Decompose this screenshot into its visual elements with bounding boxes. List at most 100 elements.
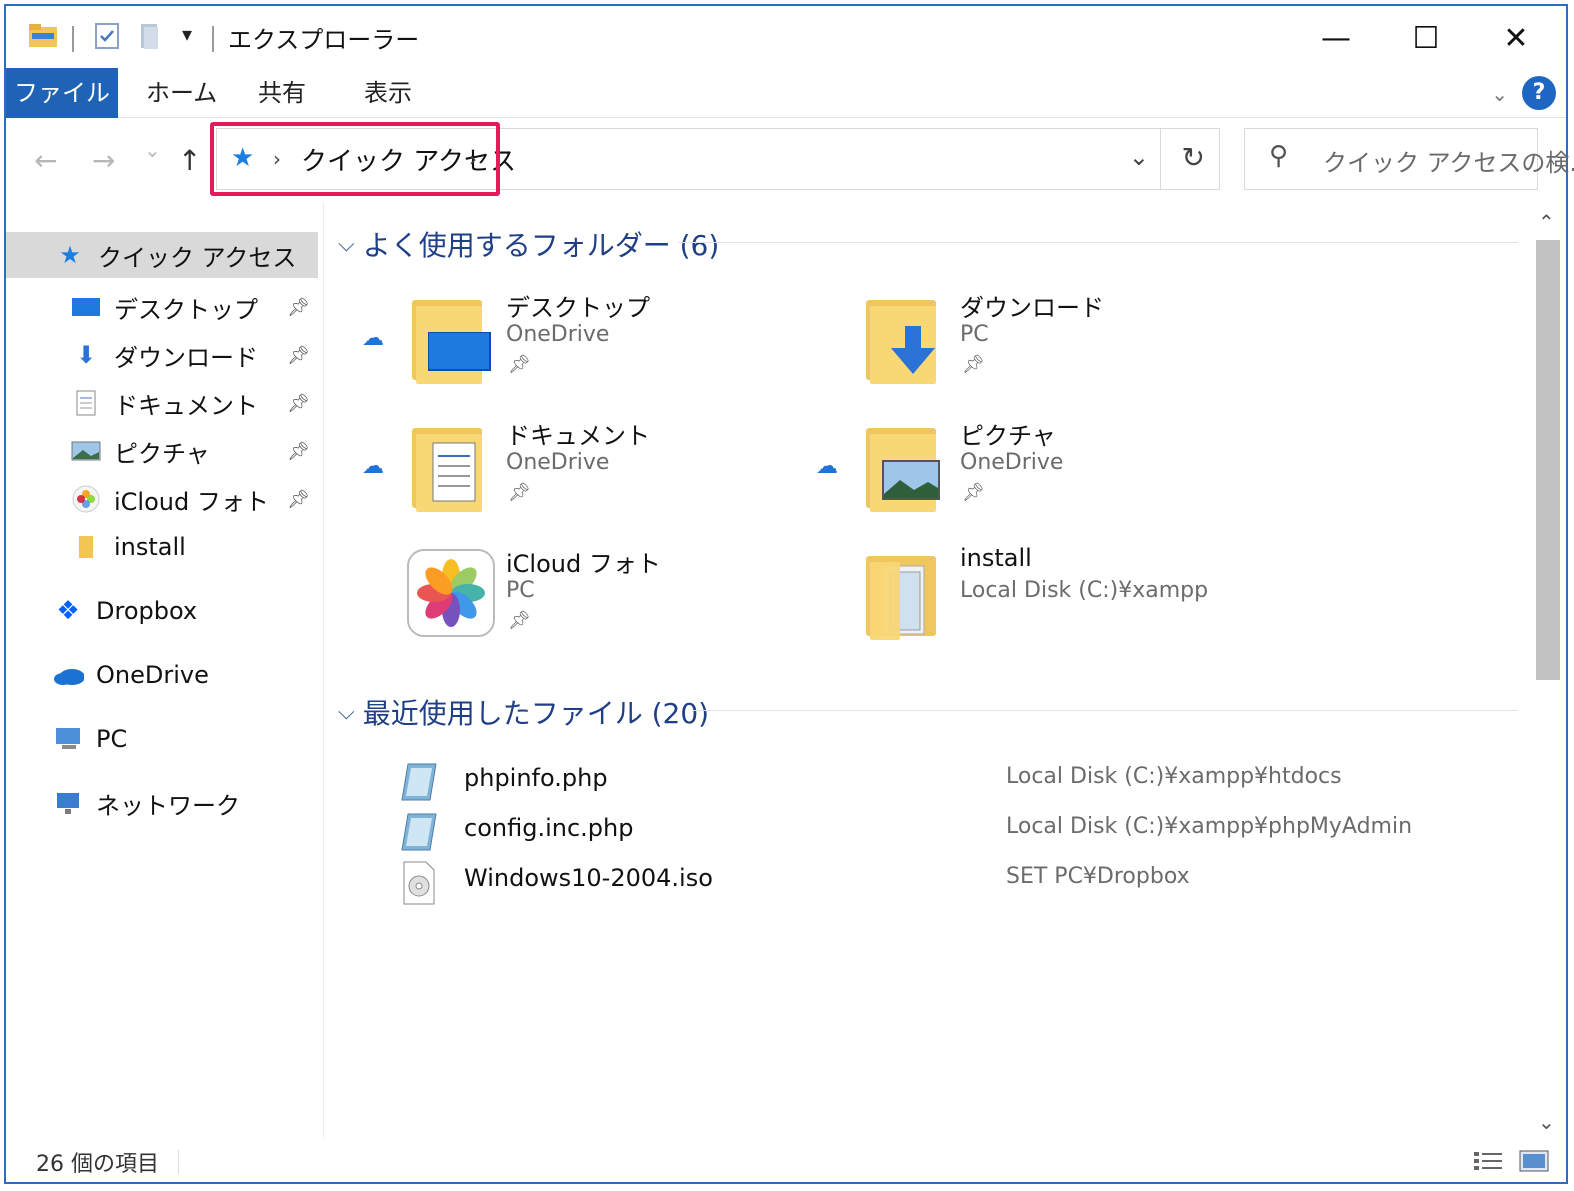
- pin-icon[interactable]: 📌︎: [287, 393, 310, 414]
- search-placeholder: クイック アクセスの検...: [1323, 149, 1574, 177]
- pin-icon: 📌︎: [508, 610, 531, 631]
- customize-toolbar-icon[interactable]: ▾: [182, 22, 192, 46]
- tab-file[interactable]: ファイル: [6, 68, 118, 118]
- nav-network[interactable]: ネットワーク: [6, 780, 318, 826]
- title-separator: [72, 26, 74, 52]
- nav-dropbox[interactable]: ❖ Dropbox: [6, 588, 318, 634]
- pin-icon[interactable]: 📌︎: [287, 297, 310, 318]
- search-icon: ⚲: [1269, 141, 1289, 171]
- section-divider: [692, 710, 1518, 711]
- large-icons-view-icon[interactable]: [1518, 1148, 1550, 1174]
- nav-label: ピクチャ: [114, 439, 210, 468]
- forward-button[interactable]: →: [92, 144, 115, 177]
- pictures-folder-icon: [860, 420, 950, 512]
- cloud-icon: ☁: [362, 326, 384, 351]
- desktop-icon: [70, 293, 102, 321]
- nav-onedrive[interactable]: OneDrive: [6, 652, 318, 698]
- nav-pc[interactable]: PC: [6, 716, 318, 762]
- folder-tile-documents[interactable]: ☁ ドキュメント OneDrive 📌︎: [362, 416, 782, 526]
- cloud-icon: ☁: [362, 454, 384, 479]
- tab-home[interactable]: ホーム: [138, 68, 225, 118]
- app-folder-icon[interactable]: [28, 22, 58, 48]
- nav-desktop[interactable]: デスクトップ 📌︎: [6, 284, 318, 330]
- pictures-icon: [70, 437, 102, 465]
- nav-documents[interactable]: ドキュメント 📌︎: [6, 380, 318, 426]
- nav-label: iCloud フォト: [114, 487, 269, 516]
- expand-ribbon-icon[interactable]: ⌄: [1491, 82, 1508, 106]
- scroll-up-icon[interactable]: ⌃: [1538, 210, 1555, 234]
- pin-icon: 📌︎: [962, 482, 985, 503]
- nav-label: ダウンロード: [114, 343, 258, 372]
- folder-tile-install[interactable]: install Local Disk (C:)¥xampp: [816, 544, 1236, 654]
- php-file-icon: [396, 760, 440, 802]
- search-box[interactable]: ⚲ クイック アクセスの検...: [1244, 128, 1574, 190]
- cloud-icon: ☁: [816, 454, 838, 479]
- address-highlight-box: [210, 122, 500, 196]
- nav-label: OneDrive: [96, 661, 209, 689]
- status-bar: 26 個の項目: [6, 1140, 1566, 1184]
- documents-folder-icon: [406, 420, 496, 512]
- tab-share[interactable]: 共有: [250, 68, 314, 118]
- item-count: 26 個の項目: [36, 1152, 159, 1177]
- nav-label: デスクトップ: [114, 295, 258, 324]
- recent-locations-button[interactable]: ⌄: [144, 138, 161, 162]
- scroll-down-icon[interactable]: ⌄: [1538, 1110, 1555, 1134]
- vertical-scrollbar[interactable]: ⌃ ⌄: [1530, 206, 1566, 1138]
- nav-quick-access[interactable]: ★ クイック アクセス: [6, 232, 318, 278]
- recent-file-row[interactable]: phpinfo.php Local Disk (C:)¥xampp¥htdocs: [396, 756, 1516, 804]
- nav-label: Dropbox: [96, 597, 198, 625]
- refresh-button[interactable]: ↻: [1182, 141, 1205, 174]
- onedrive-icon: [52, 661, 84, 689]
- pin-icon[interactable]: 📌︎: [287, 441, 310, 462]
- recent-files-header[interactable]: ⌵ 最近使用したファイル (20): [338, 692, 709, 732]
- icloud-photos-icon: [70, 485, 102, 513]
- maximize-button[interactable]: ☐: [1404, 18, 1448, 58]
- status-separator: [178, 1150, 179, 1174]
- properties-icon[interactable]: [94, 22, 120, 50]
- folder-tile-downloads[interactable]: ダウンロード PC 📌︎: [816, 288, 1236, 398]
- window-title: エクスプローラー: [228, 26, 420, 54]
- dropbox-icon: ❖: [56, 596, 80, 626]
- nav-install[interactable]: install: [6, 524, 318, 570]
- nav-downloads[interactable]: ⬇ ダウンロード 📌︎: [6, 332, 318, 378]
- frequent-folders-header[interactable]: ⌵ よく使用するフォルダー (6): [338, 224, 719, 264]
- pin-icon[interactable]: 📌︎: [287, 489, 310, 510]
- nav-pictures[interactable]: ピクチャ 📌︎: [6, 428, 318, 474]
- address-dropdown-icon[interactable]: ⌄: [1129, 143, 1149, 171]
- new-folder-icon[interactable]: [138, 22, 162, 50]
- collapse-chevron-icon: ⌵: [338, 231, 355, 257]
- minimize-button[interactable]: —: [1314, 18, 1358, 58]
- tab-view[interactable]: 表示: [356, 68, 420, 118]
- scrollbar-thumb[interactable]: [1536, 240, 1560, 680]
- pin-icon: 📌︎: [508, 354, 531, 375]
- php-file-icon: [396, 810, 440, 852]
- disc-image-file-icon: [396, 860, 440, 905]
- folder-tile-pictures[interactable]: ☁ ピクチャ OneDrive 📌︎: [816, 416, 1236, 526]
- folder-tile-desktop[interactable]: ☁ デスクトップ OneDrive 📌︎: [362, 288, 782, 398]
- pin-icon[interactable]: 📌︎: [287, 345, 310, 366]
- recent-file-row[interactable]: config.inc.php Local Disk (C:)¥xampp¥php…: [396, 806, 1516, 854]
- folder-tile-icloud-photos[interactable]: iCloud フォト PC 📌︎: [362, 544, 782, 654]
- title-bar: ▾ エクスプローラー — ☐ ✕: [6, 6, 1566, 68]
- back-button[interactable]: ←: [34, 144, 57, 177]
- network-icon: [52, 789, 84, 817]
- close-button[interactable]: ✕: [1494, 18, 1538, 58]
- content-pane: ⌵ よく使用するフォルダー (6) ☁ デスクトップ OneDrive 📌︎ ダ…: [326, 202, 1522, 1138]
- details-view-icon[interactable]: [1472, 1148, 1504, 1174]
- documents-icon: [70, 389, 102, 417]
- desktop-folder-icon: [406, 292, 496, 384]
- recent-file-row[interactable]: Windows10-2004.iso SET PC¥Dropbox: [396, 856, 1516, 905]
- navigation-pane: ★ クイック アクセス デスクトップ 📌︎ ⬇ ダウンロード 📌︎ ドキュメント…: [6, 202, 324, 1138]
- download-icon: ⬇: [75, 341, 97, 369]
- help-icon[interactable]: ?: [1522, 76, 1556, 110]
- up-button[interactable]: ↑: [178, 144, 201, 177]
- nav-label: ドキュメント: [114, 391, 258, 420]
- nav-label: ネットワーク: [96, 791, 240, 820]
- quick-access-star-icon: ★: [59, 241, 81, 269]
- downloads-folder-icon: [860, 292, 950, 384]
- nav-icloud-photos[interactable]: iCloud フォト 📌︎: [6, 476, 318, 522]
- address-divider: [1160, 129, 1161, 189]
- install-folder-icon: [860, 548, 950, 640]
- pc-icon: [52, 725, 84, 753]
- explorer-window: ▾ エクスプローラー — ☐ ✕ ファイル ホーム 共有 表示 ⌄ ? ← → …: [4, 4, 1574, 1184]
